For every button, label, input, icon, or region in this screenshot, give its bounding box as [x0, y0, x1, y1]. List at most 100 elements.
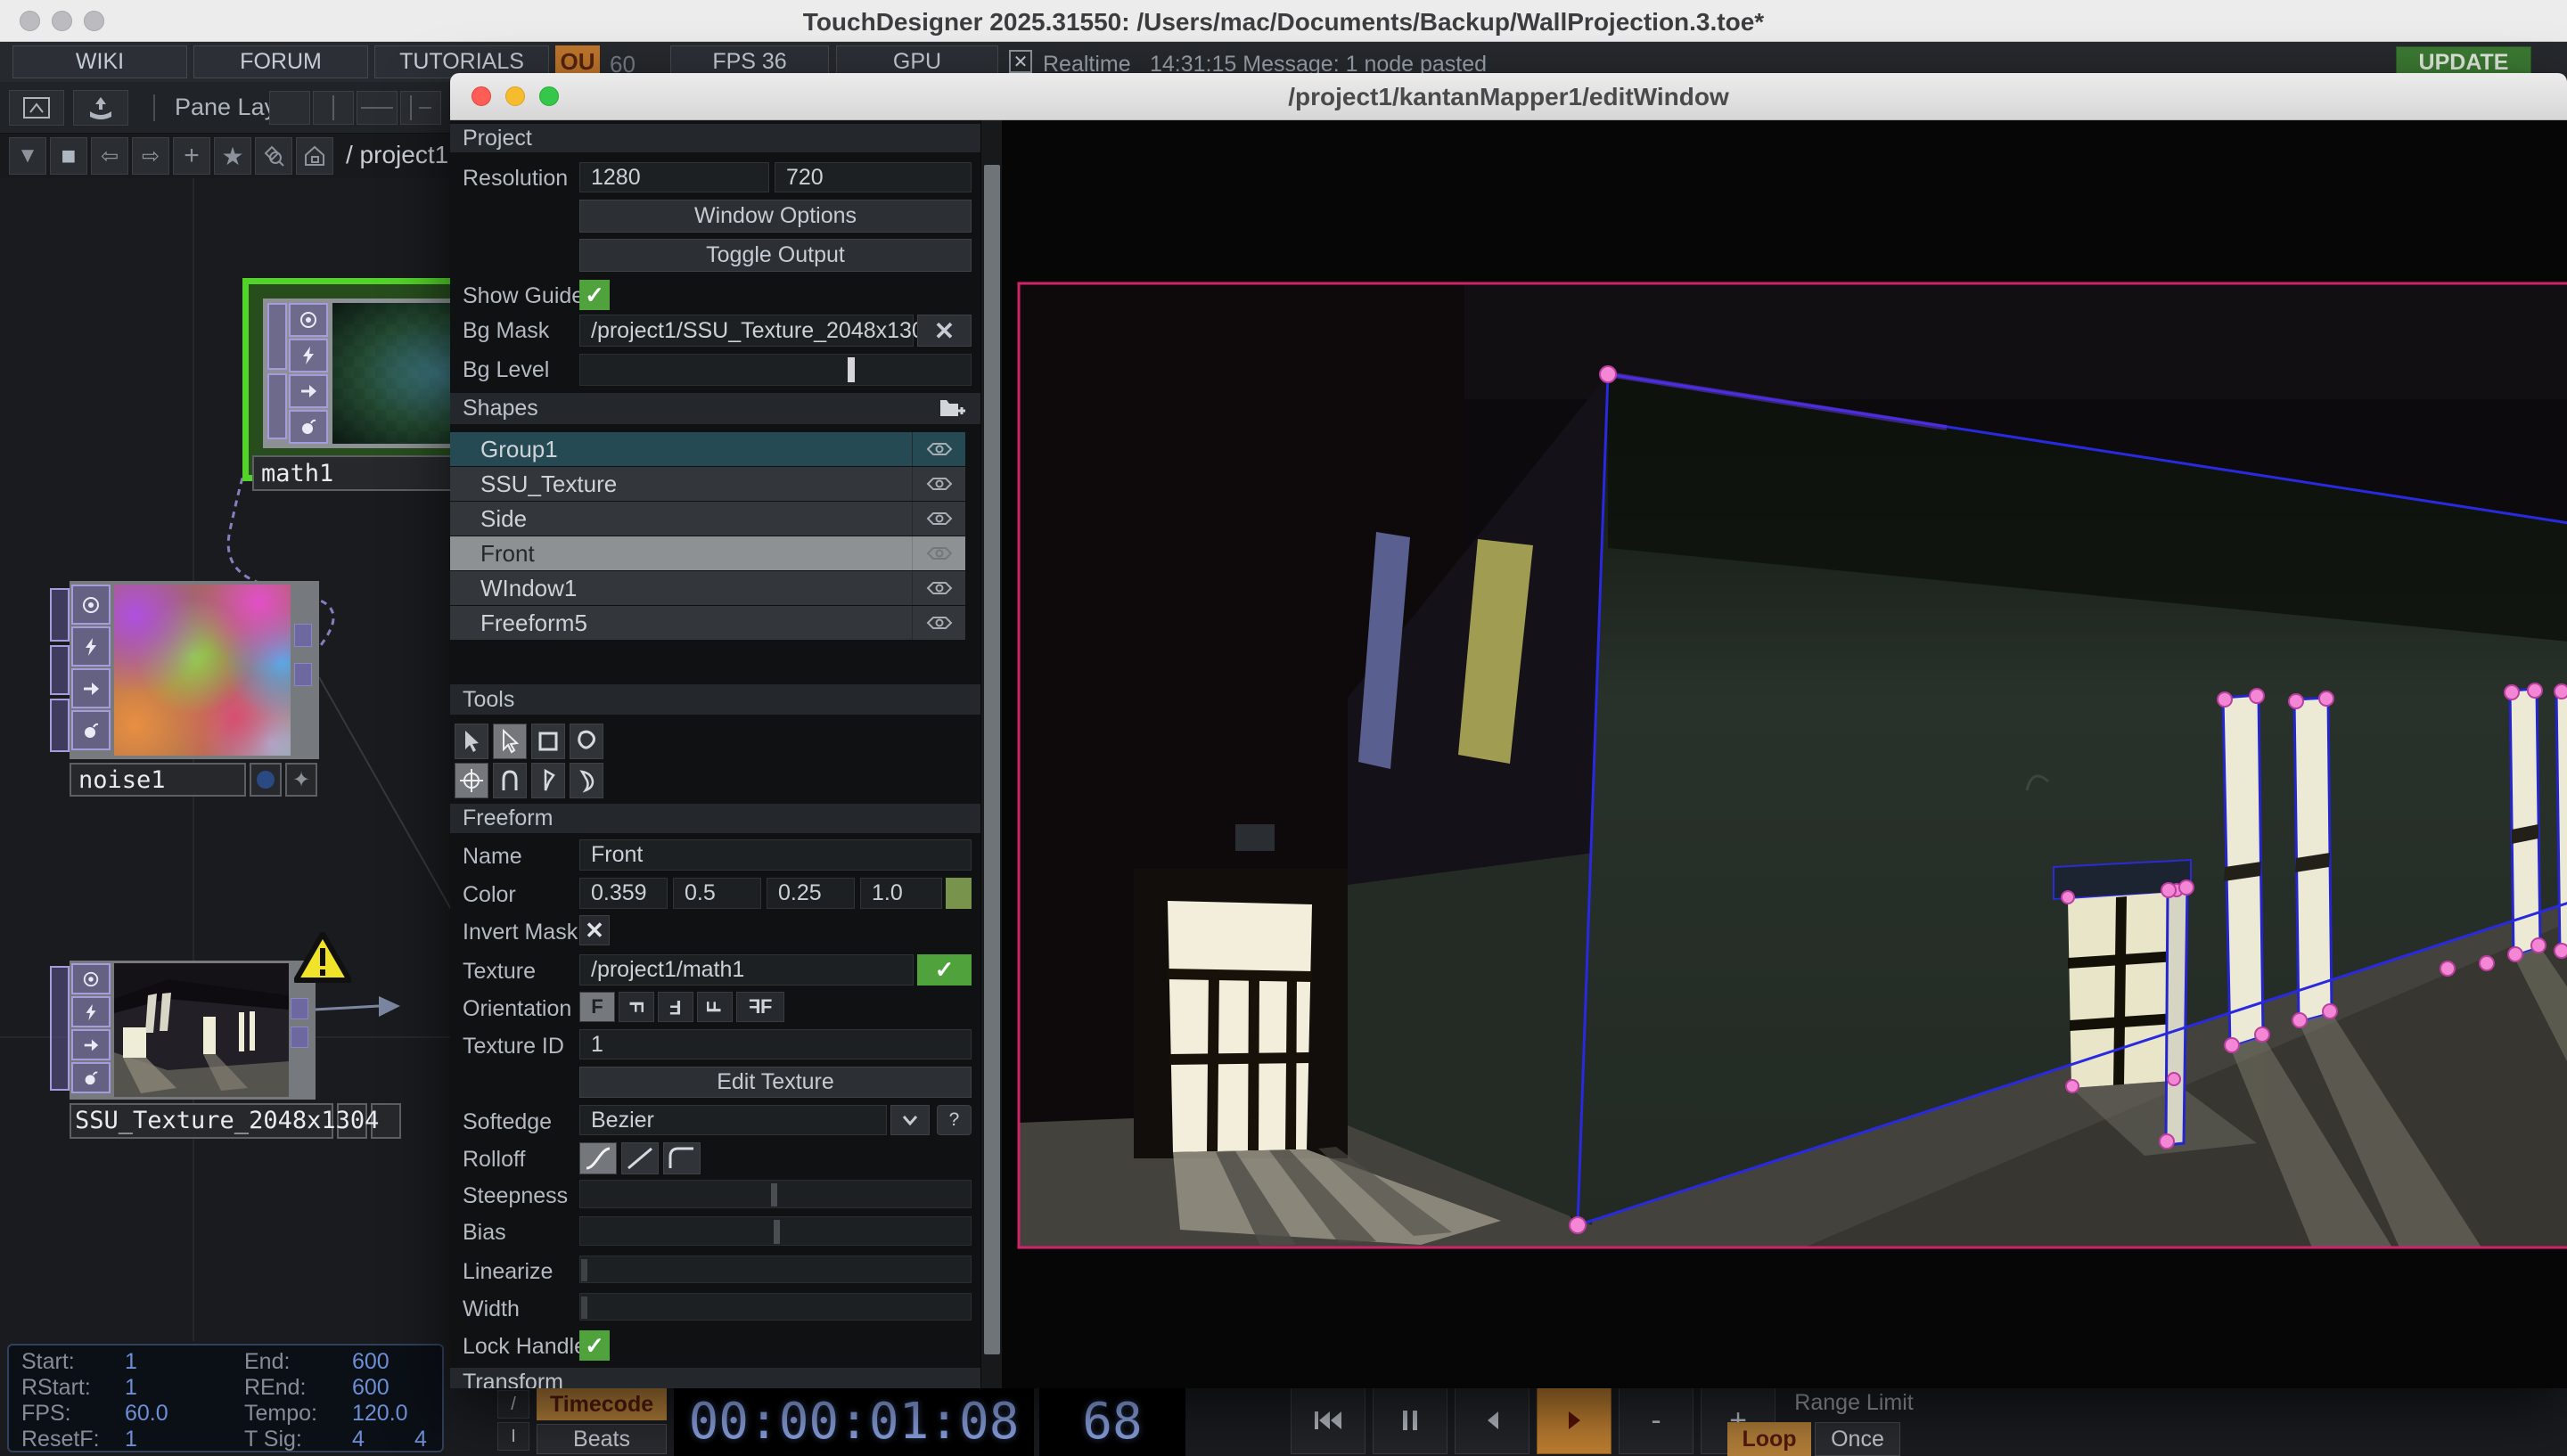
slash-button[interactable]: / [497, 1390, 529, 1419]
search-zoom-icon[interactable] [255, 137, 292, 175]
bg-mask-field[interactable]: /project1/SSU_Texture_2048x1304 [579, 315, 914, 347]
texture-id-field[interactable]: 1 [579, 1029, 972, 1059]
node-bypass-icon[interactable] [289, 339, 328, 372]
once-button[interactable]: Once [1815, 1422, 1900, 1456]
shape-row-group1[interactable]: Group1 [450, 432, 965, 466]
visibility-eye-icon[interactable] [912, 536, 965, 570]
node-lock-icon[interactable] [71, 1062, 111, 1093]
visibility-eye-icon[interactable] [912, 502, 965, 536]
visibility-eye-icon[interactable] [912, 432, 965, 466]
home-icon[interactable] [296, 137, 333, 175]
node-viewer-icon[interactable] [71, 963, 111, 994]
node-math1-preview[interactable] [332, 303, 450, 444]
node-bypass-icon[interactable] [71, 996, 111, 1027]
back-arrow-icon[interactable]: ⇦ [91, 137, 128, 175]
bg-mask-clear-button[interactable]: ✕ [917, 315, 972, 347]
color-b-field[interactable]: 0.25 [767, 878, 855, 909]
show-guides-checkbox[interactable]: ✓ [579, 280, 610, 310]
rolloff-step-icon[interactable] [663, 1142, 701, 1174]
tool-rectangle-icon[interactable] [531, 724, 565, 759]
texture-confirm-checkbox[interactable]: ✓ [917, 954, 972, 986]
scrollbar-thumb[interactable] [984, 165, 1000, 1354]
bias-handle[interactable] [774, 1220, 780, 1244]
tool-anchor-icon[interactable] [455, 763, 488, 798]
node-noise1-preview[interactable] [114, 585, 291, 756]
layout-split-vertical-button[interactable] [313, 91, 354, 125]
bg-level-slider[interactable] [579, 354, 972, 386]
node-bypass-icon[interactable] [71, 626, 111, 667]
lock-handle-checkbox[interactable]: ✓ [579, 1330, 610, 1361]
visibility-eye-icon[interactable] [912, 606, 965, 640]
visibility-eye-icon[interactable] [912, 467, 965, 501]
jump-to-start-button[interactable] [1291, 1386, 1366, 1454]
name-field[interactable]: Front [579, 839, 972, 871]
menu-tab-forum[interactable]: FORUM [193, 45, 368, 78]
shape-row-front-selected[interactable]: Front [450, 536, 965, 570]
orientation-0-button[interactable]: F [579, 992, 615, 1022]
step-back-button[interactable] [1455, 1386, 1530, 1454]
loop-button[interactable]: Loop [1727, 1422, 1811, 1456]
softedge-field[interactable]: Bezier [579, 1105, 887, 1135]
forward-arrow-icon[interactable]: ⇨ [132, 137, 169, 175]
export-icon[interactable] [73, 90, 128, 126]
softedge-dropdown-chevron-icon[interactable] [890, 1105, 930, 1135]
node-ssu-texture[interactable] [70, 961, 316, 1100]
freeform-section-header[interactable]: Freeform [450, 804, 980, 833]
visibility-eye-icon[interactable] [912, 571, 965, 605]
chevron-down-icon[interactable]: ▼ [9, 137, 46, 175]
invert-mask-checkbox[interactable]: ✕ [579, 915, 610, 945]
shapes-section-header[interactable]: Shapes [450, 393, 980, 424]
node-export-icon[interactable] [71, 668, 111, 708]
timecode-mode-button[interactable]: Timecode [537, 1388, 667, 1420]
transform-section-header[interactable]: Transform [450, 1368, 980, 1388]
beats-mode-button[interactable]: Beats [537, 1424, 667, 1454]
resetf-value[interactable]: 1 [125, 1427, 137, 1452]
node-comment-star-icon[interactable]: ✦ [285, 763, 317, 797]
bg-level-handle[interactable] [848, 357, 855, 382]
rolloff-linear-icon[interactable] [621, 1142, 659, 1174]
tool-vertex-icon[interactable] [531, 763, 565, 798]
favorite-star-icon[interactable]: ★ [214, 137, 251, 175]
node-output-port[interactable] [291, 1027, 308, 1048]
bias-slider[interactable] [579, 1216, 972, 1246]
step-minus-button[interactable]: - [1619, 1386, 1694, 1454]
tool-curve-icon[interactable] [570, 763, 603, 798]
shape-row-window1[interactable]: WIndow1 [450, 571, 965, 605]
node-export-icon[interactable] [71, 1029, 111, 1060]
shape-row-freeform5[interactable]: Freeform5 [450, 606, 965, 640]
node-viewer-icon[interactable] [71, 585, 111, 625]
node-output-port[interactable] [294, 663, 312, 686]
add-group-icon[interactable] [939, 397, 967, 421]
node-ssu-preview[interactable] [114, 963, 289, 1097]
color-a-field[interactable]: 1.0 [860, 878, 942, 909]
tempo-value[interactable]: 120.0 [352, 1401, 408, 1427]
node-math1-label[interactable]: math1 [252, 455, 450, 491]
window-options-button[interactable]: Window Options [579, 200, 972, 233]
layout-split-mixed-button[interactable] [400, 91, 441, 125]
node-output-port[interactable] [294, 624, 312, 647]
color-g-field[interactable]: 0.5 [673, 878, 761, 909]
tool-select-outline-icon[interactable] [493, 724, 527, 759]
menu-tab-wiki[interactable]: WIKI [12, 45, 187, 78]
tools-section-header[interactable]: Tools [450, 684, 980, 715]
node-lock-icon[interactable] [71, 710, 111, 750]
project-section-header[interactable]: Project [450, 124, 980, 152]
edit-texture-button[interactable]: Edit Texture [579, 1067, 972, 1098]
node-noise1[interactable] [70, 581, 319, 759]
tool-select-icon[interactable] [455, 724, 488, 759]
layout-single-button[interactable] [269, 91, 310, 125]
window-titlebar[interactable]: /project1/kantanMapper1/editWindow [450, 73, 2567, 120]
steepness-handle[interactable] [771, 1183, 777, 1207]
linearize-slider[interactable] [579, 1256, 972, 1283]
width-slider[interactable] [579, 1293, 972, 1321]
orientation-mirror-button[interactable]: FF [736, 992, 784, 1022]
tsig-value2[interactable]: 4 [414, 1427, 427, 1452]
softedge-help-button[interactable]: ? [937, 1105, 972, 1135]
add-icon[interactable]: + [173, 137, 210, 175]
mapping-viewport[interactable] [1002, 120, 2567, 1388]
frame-display[interactable]: 68 [1039, 1386, 1185, 1456]
timecode-display[interactable]: 00:00:01:08 [674, 1386, 1034, 1456]
start-value[interactable]: 1 [125, 1349, 137, 1375]
insert-button[interactable]: I [497, 1422, 529, 1451]
shape-row-side[interactable]: Side [450, 502, 965, 536]
